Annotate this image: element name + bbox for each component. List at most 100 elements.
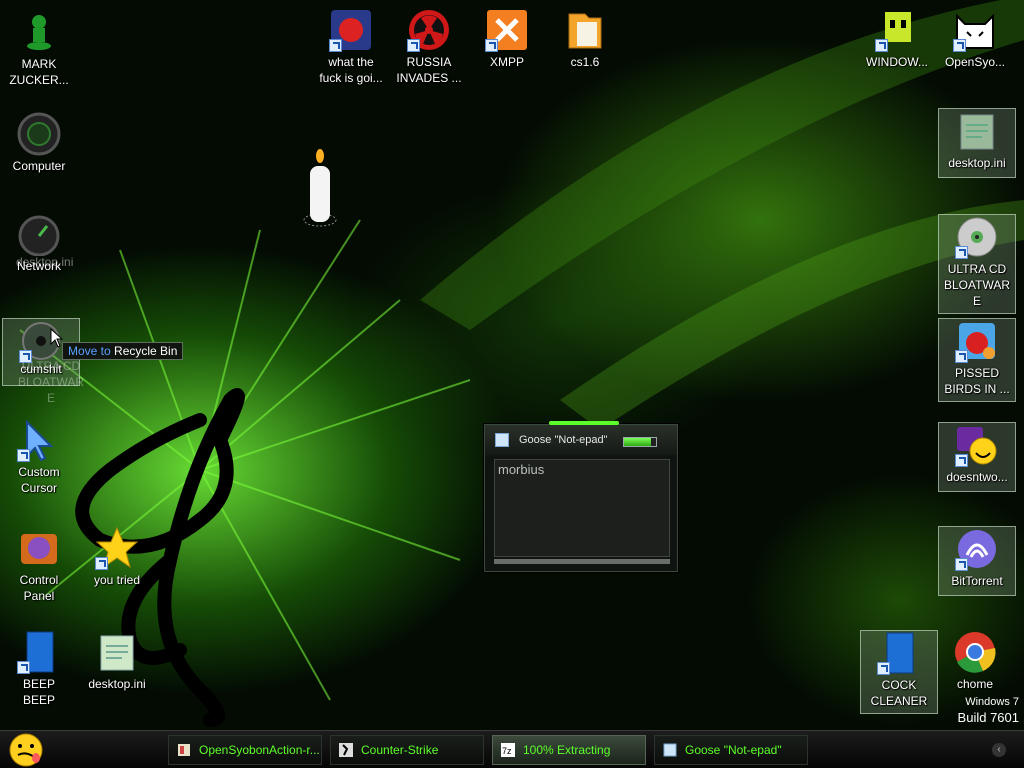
icon-label: Computer — [12, 159, 66, 173]
pixel-ghost-icon — [875, 8, 919, 52]
goose-notepad-window[interactable]: Goose "Not-epad" morbius — [484, 421, 678, 572]
icon-label: doesntwo... — [946, 470, 1008, 484]
icon-label: BEEP BEEP — [22, 677, 55, 707]
taskbar-item-label: OpenSyobonAction-r... — [199, 743, 320, 757]
razer-wallpaper — [19, 0, 1024, 727]
shortcut-arrow-icon — [955, 246, 968, 259]
ghost-label-desktop-ini: desktop.ini — [16, 255, 74, 269]
desktop-icon-window[interactable]: WINDOW... — [858, 8, 936, 70]
shortcut-arrow-icon — [955, 454, 968, 467]
shortcut-arrow-icon — [407, 39, 420, 52]
icon-label: what the fuck is goi... — [319, 55, 383, 85]
notepad-icon — [663, 743, 677, 757]
folder-icon — [178, 744, 190, 756]
shortcut-arrow-icon — [955, 350, 968, 363]
green-figure-icon — [17, 10, 61, 54]
note-textarea[interactable]: morbius — [494, 459, 670, 557]
icon-label: chome — [956, 677, 994, 691]
icon-label: Control Panel — [19, 573, 59, 603]
angry-birds-space-icon — [329, 8, 373, 52]
icon-label: Custom Cursor — [18, 465, 60, 495]
window-title: Goose "Not-epad" — [519, 434, 608, 446]
show-hidden-icons-button[interactable]: ‹ — [992, 743, 1006, 757]
desktop-icon-computer[interactable]: Computer — [0, 112, 78, 174]
meter-fill — [624, 438, 652, 446]
icon-label: RUSSIA INVADES ... — [396, 55, 462, 85]
desktop-icon-opensyobon[interactable]: OpenSyo... — [936, 8, 1014, 70]
radiation-icon — [407, 8, 451, 52]
window-meter — [623, 437, 657, 447]
taskbar: OpenSyobonAction-r... Counter-Strike 7z … — [0, 730, 1024, 768]
mouse-cursor-icon — [50, 327, 64, 351]
icon-label: desktop.ini — [88, 677, 146, 691]
taskbar-item-goose-notepad[interactable]: Goose "Not-epad" — [654, 735, 808, 765]
syobon-cat-icon — [953, 8, 997, 52]
7zip-icon: 7z — [501, 743, 515, 757]
desktop-icon-pissed-birds[interactable]: PISSED BIRDS IN ... — [938, 318, 1016, 402]
icon-label: you tried — [93, 573, 141, 587]
windows-build-watermark: Windows 7 Build 7601 — [958, 694, 1019, 726]
desktop-icon-beep-beep[interactable]: BEEP BEEP — [0, 630, 78, 708]
drag-tooltip-target: Recycle Bin — [114, 344, 178, 358]
icon-label: desktop.ini — [948, 156, 1006, 170]
icon-label: MARK ZUCKER... — [9, 57, 69, 87]
folder-icon — [563, 8, 607, 52]
taskbar-item-extracting[interactable]: 7z 100% Extracting — [492, 735, 646, 765]
desktop-icon-doesntwork[interactable]: doesntwo... — [938, 422, 1016, 492]
desktop-icon-xmpp[interactable]: XMPP — [468, 8, 546, 70]
start-button[interactable] — [6, 731, 46, 768]
desktop-icon-custom-cursor[interactable]: Custom Cursor — [0, 418, 78, 496]
desktop-icon-chome[interactable]: chome — [936, 630, 1014, 692]
angry-bird-icon — [17, 526, 61, 570]
desktop-icon-desktop-ini-right[interactable]: desktop.ini — [938, 108, 1016, 178]
blue-file-icon — [17, 630, 61, 674]
star-icon — [95, 526, 139, 570]
cursor-icon — [17, 418, 61, 462]
window-glow-accent — [549, 421, 619, 425]
desktop-icon-cs16[interactable]: cs1.6 — [546, 8, 624, 70]
taskbar-item-label: Counter-Strike — [361, 743, 439, 757]
icon-label: PISSED BIRDS IN ... — [944, 366, 1010, 396]
icon-label: ULTRA CD BLOATWAR E — [943, 262, 1010, 308]
shortcut-arrow-icon — [875, 39, 888, 52]
desktop-icon-mark-zuckerberg[interactable]: MARK ZUCKER... — [0, 10, 78, 88]
computer-icon — [17, 112, 61, 156]
drag-tooltip-action: Move to — [68, 344, 111, 358]
desktop[interactable]: MARK ZUCKER... Computer Network desktop.… — [0, 0, 1024, 730]
desktop-icon-control-panel[interactable]: Control Panel — [0, 526, 78, 604]
svg-text:7z: 7z — [502, 746, 512, 756]
taskbar-item-label: Goose "Not-epad" — [685, 743, 782, 757]
smiley-start-icon — [9, 733, 43, 767]
bittorrent-icon — [955, 527, 999, 571]
icon-label: XMPP — [489, 55, 524, 69]
icon-label: WINDOW... — [866, 55, 928, 69]
desktop-icon-bittorrent[interactable]: BitTorrent — [938, 526, 1016, 596]
desktop-icon-ultra-cd[interactable]: ULTRA CD BLOATWAR E — [938, 214, 1016, 314]
network-icon — [17, 212, 61, 256]
taskbar-item-opensyobon[interactable]: OpenSyobonAction-r... — [168, 735, 322, 765]
icon-label: COCK CLEANER — [870, 678, 928, 708]
candle-icon[interactable] — [303, 148, 337, 228]
counter-strike-icon — [339, 743, 353, 757]
desktop-icon-what-the[interactable]: what the fuck is goi... — [312, 8, 390, 86]
shortcut-arrow-icon — [329, 39, 342, 52]
notepad-icon — [955, 109, 999, 153]
window-status-bar — [494, 559, 670, 564]
shortcut-arrow-icon — [953, 39, 966, 52]
notepad-icon — [495, 433, 509, 447]
desktop-icon-cock-cleaner[interactable]: COCK CLEANER — [860, 630, 938, 714]
desktop-icon-desktop-ini-left[interactable]: desktop.ini — [78, 630, 156, 692]
drag-tooltip: Move to Recycle Bin — [62, 342, 184, 360]
shortcut-arrow-icon — [955, 558, 968, 571]
desktop-icon-you-tried[interactable]: you tried — [78, 526, 156, 588]
ghost-label-ultra-cd: ULTRA CD BLOATWAR E — [17, 359, 84, 405]
shortcut-arrow-icon — [17, 661, 30, 674]
icon-label: BitTorrent — [951, 574, 1003, 588]
notepad-icon — [95, 630, 139, 674]
xampp-icon — [485, 8, 529, 52]
taskbar-item-counter-strike[interactable]: Counter-Strike — [330, 735, 484, 765]
yahoo-messenger-icon — [955, 423, 999, 467]
icon-label: cs1.6 — [570, 55, 600, 69]
desktop-icon-russia-invades[interactable]: RUSSIA INVADES ... — [390, 8, 468, 86]
watermark-line1: Windows 7 — [965, 696, 1019, 708]
